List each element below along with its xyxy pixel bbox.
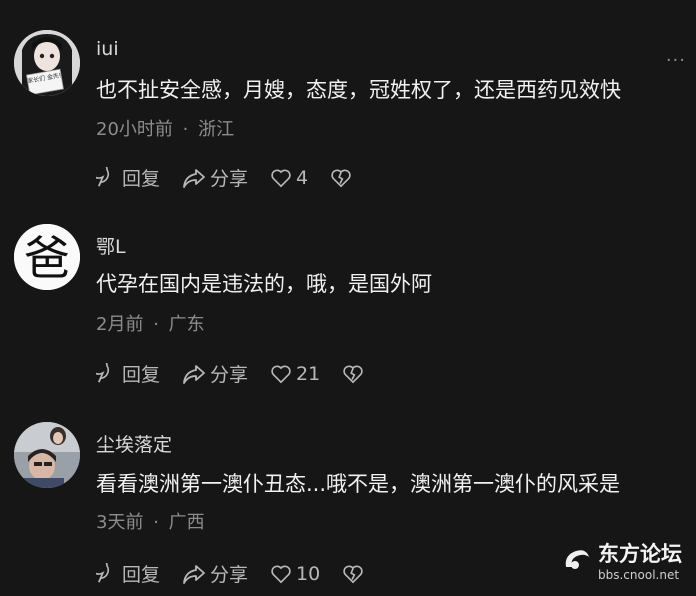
share-button[interactable]: 分享 — [182, 360, 248, 387]
dislike-button[interactable] — [342, 564, 368, 584]
comment-actions: 回复 分享 10 — [96, 560, 390, 587]
watermark-name: 东方论坛 — [598, 542, 682, 566]
avatar[interactable]: 爸 — [14, 224, 80, 290]
comment-meta: 3天前 · 广西 — [96, 508, 205, 534]
share-button[interactable]: 分享 — [182, 560, 248, 587]
reply-button[interactable]: 回复 — [96, 164, 160, 191]
broken-heart-icon — [343, 565, 363, 583]
location: 广西 — [168, 512, 205, 533]
separator: · — [182, 119, 189, 140]
share-icon — [183, 564, 205, 584]
share-label: 分享 — [210, 564, 249, 586]
more-options-icon[interactable]: ··· — [666, 50, 686, 71]
like-count: 4 — [296, 166, 309, 189]
share-button[interactable]: 分享 — [182, 164, 248, 191]
like-button[interactable]: 21 — [270, 363, 320, 385]
timestamp: 20小时前 — [96, 119, 173, 140]
share-icon — [183, 168, 205, 188]
broken-heart-icon — [331, 169, 351, 187]
like-count: 10 — [296, 562, 321, 585]
forum-logo-icon — [565, 550, 589, 569]
share-label: 分享 — [210, 168, 249, 190]
heart-icon — [271, 365, 291, 383]
reply-icon — [96, 166, 110, 187]
username[interactable]: iui — [96, 38, 119, 60]
watermark-url: bbs.cnool.net — [598, 568, 680, 582]
dislike-button[interactable] — [342, 364, 368, 384]
username[interactable]: 鄂L — [96, 232, 126, 259]
like-button[interactable]: 4 — [270, 167, 308, 189]
share-label: 分享 — [210, 364, 249, 386]
like-button[interactable]: 10 — [270, 563, 320, 585]
avatar[interactable] — [14, 422, 80, 488]
comment-text: 也不扯安全感，月嫂，态度，冠姓权了，还是西药见效快 — [96, 78, 621, 102]
reply-button[interactable]: 回复 — [96, 560, 160, 587]
timestamp: 3天前 — [96, 512, 144, 533]
share-icon — [183, 364, 205, 384]
comment-text: 看看澳洲第一澳仆丑态...哦不是，澳洲第一澳仆的风采是 — [96, 472, 621, 496]
watermark: 东方论坛 bbs.cnool.net — [562, 538, 682, 582]
like-count: 21 — [296, 362, 321, 385]
svg-text:爸: 爸 — [24, 231, 70, 285]
reply-icon — [96, 362, 110, 383]
comment-text: 代孕在国内是违法的，哦，是国外阿 — [96, 272, 432, 296]
comment-meta: 20小时前 · 浙江 — [96, 115, 234, 141]
heart-icon — [271, 565, 291, 583]
reply-label: 回复 — [122, 364, 161, 386]
avatar[interactable]: 家长们 金先! — [14, 30, 80, 96]
location: 广东 — [168, 314, 205, 335]
comment-item: 爸 鄂L 代孕在国内是违法的，哦，是国外阿 2月前 · 广东 回复 分享 21 — [0, 196, 696, 392]
dislike-button[interactable] — [330, 168, 356, 188]
separator: · — [153, 314, 159, 335]
username[interactable]: 尘埃落定 — [96, 430, 172, 457]
reply-label: 回复 — [122, 564, 161, 586]
location: 浙江 — [198, 119, 235, 140]
timestamp: 2月前 — [96, 314, 144, 335]
comment-item: 家长们 金先! iui ··· 也不扯安全感，月嫂，态度，冠姓权了，还是西药见效… — [0, 0, 696, 196]
separator: · — [153, 512, 159, 533]
comment-meta: 2月前 · 广东 — [96, 310, 205, 336]
comment-actions: 回复 分享 4 — [96, 164, 378, 191]
comment-actions: 回复 分享 21 — [96, 360, 390, 387]
broken-heart-icon — [343, 365, 363, 383]
reply-label: 回复 — [122, 168, 161, 190]
reply-button[interactable]: 回复 — [96, 360, 160, 387]
reply-icon — [96, 562, 110, 583]
heart-icon — [271, 169, 291, 187]
